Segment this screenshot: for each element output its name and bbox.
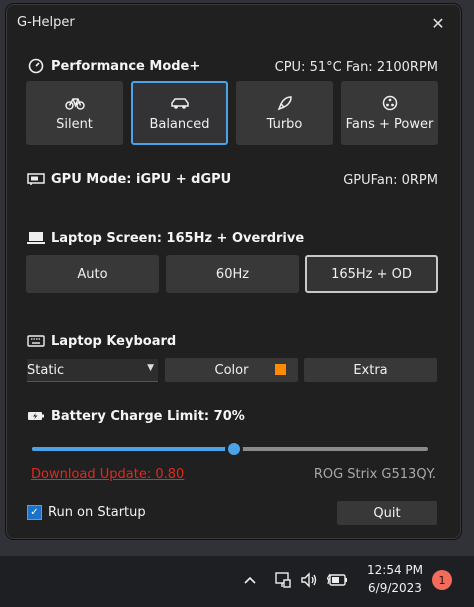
quit-label: Quit — [373, 505, 401, 521]
screen-auto-button[interactable]: Auto — [26, 255, 159, 293]
car-icon — [170, 95, 190, 111]
mode-turbo-label: Turbo — [266, 116, 303, 132]
mode-silent-label: Silent — [56, 116, 93, 132]
screen-60hz-button[interactable]: 60Hz — [166, 255, 299, 293]
chevron-up-icon[interactable] — [240, 568, 260, 592]
rocket-icon — [277, 95, 293, 111]
keyboard-heading-label: Laptop Keyboard — [51, 333, 177, 349]
screen-heading: Laptop Screen: 165Hz + Overdrive — [27, 230, 304, 246]
keyboard-icon — [27, 333, 45, 349]
title-bar: G-Helper ✕ — [7, 5, 460, 41]
clock-time: 12:54 PM — [367, 563, 423, 577]
keyboard-mode-value: Static — [27, 362, 65, 378]
keyboard-extra-button[interactable]: Extra — [304, 358, 437, 382]
download-update-link[interactable]: Download Update: 0.80 — [31, 467, 184, 482]
cpu-fan-status: CPU: 51°C Fan: 2100RPM — [274, 60, 438, 75]
taskbar-clock[interactable]: 12:54 PM 6/9/2023 — [360, 561, 430, 597]
laptop-icon — [27, 230, 45, 246]
screen-60hz-label: 60Hz — [215, 266, 250, 282]
screen-165hz-od-label: 165Hz + OD — [331, 266, 412, 282]
slider-thumb[interactable] — [224, 440, 243, 458]
window-title: G-Helper — [17, 15, 75, 30]
close-icon[interactable]: ✕ — [422, 9, 454, 37]
battery-heading-label: Battery Charge Limit: 70% — [51, 408, 245, 424]
model-name: ROG Strix G513QY. — [313, 467, 436, 482]
performance-heading: Performance Mode+ — [27, 58, 200, 74]
run-on-startup-checkbox[interactable]: ✓ Run on Startup — [27, 505, 146, 520]
gauge-icon — [27, 58, 45, 74]
mode-silent-button[interactable]: Silent — [26, 81, 123, 145]
keyboard-heading: Laptop Keyboard — [27, 333, 176, 349]
gpu-card-icon — [27, 171, 45, 187]
checkmark-icon: ✓ — [27, 505, 42, 520]
screen-auto-label: Auto — [77, 266, 108, 282]
battery-tray-icon[interactable] — [325, 568, 351, 592]
battery-limit-slider[interactable] — [32, 440, 428, 458]
screen-165hz-od-button[interactable]: 165Hz + OD — [305, 255, 438, 293]
battery-charging-icon — [27, 408, 45, 424]
gpu-heading-label: GPU Mode: iGPU + dGPU — [51, 171, 232, 187]
gpu-fan-status: GPUFan: 0RPM — [343, 173, 438, 188]
fan-icon — [382, 95, 398, 111]
mode-turbo-button[interactable]: Turbo — [236, 81, 333, 145]
notification-badge[interactable]: 1 — [432, 570, 452, 590]
mode-fans-power-label: Fans + Power — [345, 116, 434, 132]
mode-fans-power-button[interactable]: Fans + Power — [341, 81, 438, 145]
bicycle-icon — [64, 95, 85, 111]
dropdown-arrow-icon: ▼ — [147, 363, 154, 373]
usb-device-icon[interactable] — [272, 568, 294, 592]
keyboard-mode-select[interactable]: Static ▼ — [27, 359, 158, 382]
screen-heading-label: Laptop Screen: 165Hz + Overdrive — [51, 230, 305, 246]
performance-heading-label: Performance Mode+ — [51, 58, 201, 74]
g-helper-window: G-Helper ✕ Performance Mode+ CPU: 51°C F… — [6, 4, 461, 539]
clock-date: 6/9/2023 — [368, 581, 422, 595]
quit-button[interactable]: Quit — [337, 501, 437, 525]
mode-balanced-button[interactable]: Balanced — [131, 81, 228, 145]
keyboard-color-label: Color — [214, 362, 249, 378]
slider-fill — [32, 447, 234, 451]
volume-icon[interactable] — [298, 568, 320, 592]
keyboard-extra-label: Extra — [353, 362, 388, 378]
mode-balanced-label: Balanced — [149, 116, 210, 132]
keyboard-color-button[interactable]: Color — [165, 358, 298, 382]
color-swatch — [275, 364, 286, 375]
run-on-startup-label: Run on Startup — [48, 505, 146, 520]
battery-heading: Battery Charge Limit: 70% — [27, 408, 245, 424]
gpu-heading: GPU Mode: iGPU + dGPU — [27, 171, 231, 187]
